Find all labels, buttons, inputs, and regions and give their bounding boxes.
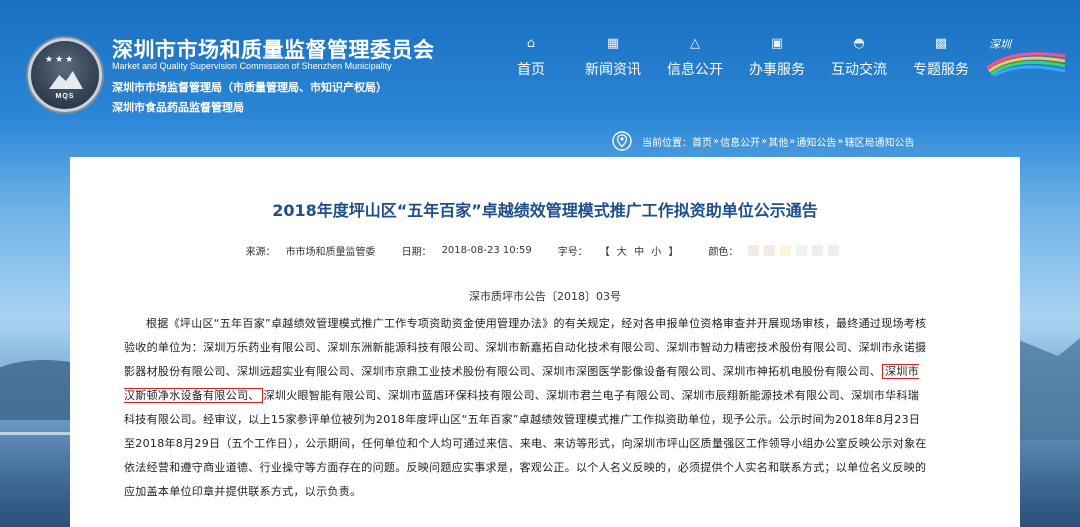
font-size-medium-button[interactable]: 中 — [634, 247, 644, 258]
color-swatch[interactable] — [780, 245, 792, 256]
breadcrumb: 当前位置： 首页 » 信息公开 » 其他 » 通知公告 » 辖区局通知公告 — [612, 131, 915, 151]
body-text-part-1: 根据《坪山区“五年百家”卓越绩效管理模式推广工作专项资助资金使用管理办法》的有关… — [124, 317, 927, 378]
source-label: 来源： — [245, 247, 276, 258]
font-size-label: 字号： — [557, 247, 588, 258]
chat-icon: ◓ — [853, 36, 865, 51]
mqs-logo[interactable]: ★★★ MQS — [28, 38, 102, 112]
font-size-selector: 【 大 中 小 】 — [598, 243, 681, 258]
color-swatch[interactable] — [764, 245, 776, 256]
shenzhen-brand-logo[interactable]: 深圳 — [983, 34, 1067, 76]
breadcrumb-separator: » — [837, 135, 844, 147]
color-swatch[interactable] — [828, 245, 840, 256]
article-meta: 来源： 市市场和质量监管委 日期： 2018-08-23 10:59 字号： 【… — [70, 243, 1020, 258]
nav-label: 新闻资讯 — [585, 62, 641, 78]
nav-label: 办事服务 — [749, 62, 805, 78]
date-value: 2018-08-23 10:59 — [441, 245, 532, 256]
location-pin-icon — [612, 131, 632, 151]
article-title: 2018年度坪山区“五年百家”卓越绩效管理模式推广工作拟资助单位公示通告 — [272, 201, 818, 220]
breadcrumb-notices[interactable]: 通知公告 — [796, 134, 836, 149]
org-title: 深圳市市场和质量监督管理委员会 — [112, 38, 435, 62]
nav-item-info-disclosure[interactable]: △ 信息公开 — [654, 36, 736, 79]
triangle-icon: △ — [690, 36, 700, 51]
color-label: 颜色： — [708, 247, 739, 258]
logo-stars-icon: ★★★ — [45, 55, 76, 65]
breadcrumb-other[interactable]: 其他 — [768, 134, 788, 149]
document-number: 深市质坪市公告〔2018〕03号 — [469, 290, 621, 303]
date-label: 日期： — [401, 247, 432, 258]
font-size-large-button[interactable]: 大 — [617, 247, 627, 258]
briefcase-icon: ▣ — [770, 36, 784, 51]
color-swatch[interactable] — [796, 245, 808, 256]
breadcrumb-home[interactable]: 首页 — [692, 134, 712, 149]
color-swatch[interactable] — [748, 245, 760, 256]
breadcrumb-prefix: 当前位置： — [642, 137, 692, 149]
body-text-part-2: 深圳火眼智能有限公司、深圳市蓝盾环保科技有限公司、深圳市君兰电子有限公司、深圳市… — [124, 389, 927, 498]
main-nav: ⌂ 首页 ▦ 新闻资讯 △ 信息公开 ▣ 办事服务 ◓ 互动交流 ▩ 专题服务 — [490, 36, 982, 79]
logo-text: MQS — [55, 93, 75, 100]
grid-icon: ▦ — [606, 36, 620, 51]
font-size-bracket-open: 【 — [599, 247, 610, 258]
site-header: ★★★ MQS 深圳市市场和质量监督管理委员会 Market and Quali… — [0, 0, 1080, 151]
nav-label: 信息公开 — [667, 62, 723, 78]
article-body: 根据《坪山区“五年百家”卓越绩效管理模式推广工作专项资助资金使用管理办法》的有关… — [124, 312, 930, 504]
nav-item-special-services[interactable]: ▩ 专题服务 — [900, 36, 982, 79]
breadcrumb-info-disclosure[interactable]: 信息公开 — [720, 134, 760, 149]
brand-text: 深圳 — [989, 38, 1013, 51]
color-swatch[interactable] — [812, 245, 824, 256]
nav-label: 互动交流 — [831, 62, 887, 78]
font-size-bracket-close: 】 — [668, 247, 679, 258]
nav-item-interaction[interactable]: ◓ 互动交流 — [818, 36, 900, 79]
nav-item-home[interactable]: ⌂ 首页 — [490, 36, 572, 79]
logo-mountain-icon — [49, 71, 83, 89]
breadcrumb-separator: » — [761, 135, 768, 147]
org-title-english: Market and Quality Supervision Commissio… — [112, 61, 392, 71]
breadcrumb-district-notices[interactable]: 辖区局通知公告 — [845, 134, 915, 149]
org-subtitle-2: 深圳市食品药品监督管理局 — [112, 101, 244, 114]
background-bridge — [0, 432, 70, 435]
org-subtitle-1: 深圳市市场监督管理局（市质量管理局、市知识产权局） — [112, 81, 387, 94]
font-size-small-button[interactable]: 小 — [651, 247, 661, 258]
article-card: 2018年度坪山区“五年百家”卓越绩效管理模式推广工作拟资助单位公示通告 来源：… — [70, 157, 1020, 527]
nav-label: 首页 — [517, 62, 545, 78]
nav-label: 专题服务 — [913, 62, 969, 78]
source-value: 市市场和质量监管委 — [285, 247, 376, 258]
breadcrumb-separator: » — [713, 135, 720, 147]
nav-item-services[interactable]: ▣ 办事服务 — [736, 36, 818, 79]
squares-icon: ▩ — [934, 36, 948, 51]
breadcrumb-separator: » — [789, 135, 796, 147]
home-icon: ⌂ — [526, 36, 536, 51]
color-swatches — [748, 245, 844, 256]
nav-item-news[interactable]: ▦ 新闻资讯 — [572, 36, 654, 79]
